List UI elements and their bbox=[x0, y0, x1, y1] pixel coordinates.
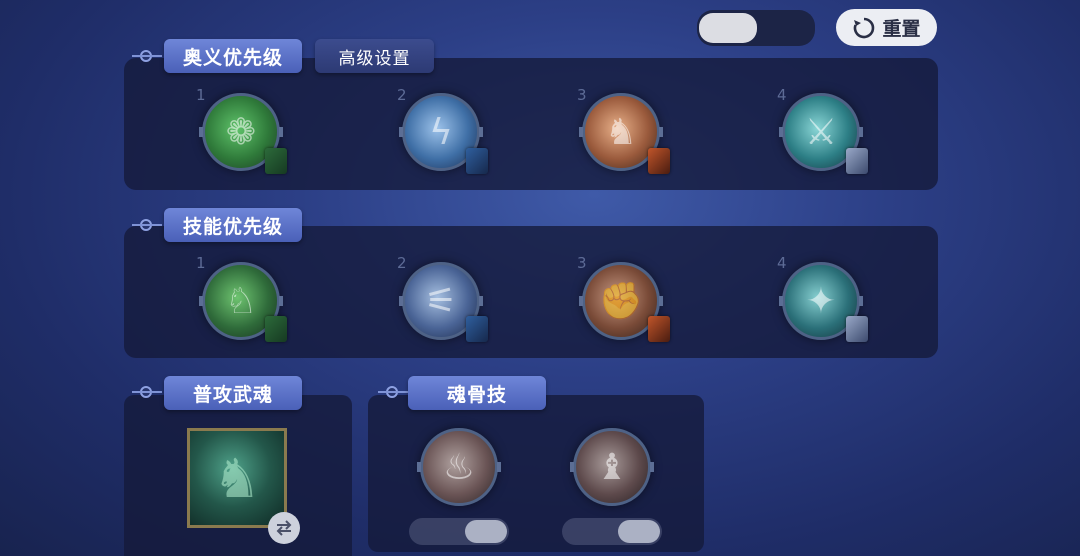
soul-bone-toggle-2-knob bbox=[618, 520, 660, 543]
soul-bone-toggle-2[interactable] bbox=[562, 518, 662, 545]
normal-attack-portrait[interactable]: ♞ bbox=[187, 428, 287, 528]
ultimate-skill-4-badge bbox=[846, 148, 868, 174]
advanced-settings-button[interactable]: 高级设置 bbox=[315, 39, 434, 73]
top-toggle[interactable] bbox=[697, 10, 815, 46]
ultimate-priority-title: 奥义优先级 bbox=[164, 39, 302, 73]
soul-bone-skill-2[interactable]: ♝ bbox=[570, 428, 654, 506]
reset-label: 重置 bbox=[882, 18, 921, 40]
beast-head-icon: ♞ bbox=[212, 446, 262, 510]
ultimate-connector bbox=[132, 55, 162, 57]
soul-bone-connector bbox=[378, 391, 408, 393]
claw-icon: ✊ bbox=[598, 281, 644, 322]
top-toggle-knob bbox=[699, 13, 757, 43]
swap-icon bbox=[276, 520, 292, 536]
skill-connector bbox=[132, 224, 162, 226]
reset-button[interactable]: 重置 bbox=[836, 9, 937, 46]
normal-attack-connector bbox=[132, 391, 162, 393]
ultimate-skill-3-badge bbox=[648, 148, 670, 174]
refresh-icon bbox=[854, 17, 875, 38]
dragon-icon: ♞ bbox=[604, 111, 638, 153]
flame-icon: ♨ bbox=[442, 446, 476, 488]
skill-2-badge bbox=[466, 316, 488, 342]
skill-priority-title: 技能优先级 bbox=[164, 208, 302, 242]
soul-bone-toggle-1-knob bbox=[465, 520, 507, 543]
skill-1-badge bbox=[265, 316, 287, 342]
dragon-claw-icon: ♝ bbox=[595, 446, 629, 488]
soul-bone-skill-1[interactable]: ♨ bbox=[417, 428, 501, 506]
normal-attack-title: 普攻武魂 bbox=[164, 376, 302, 410]
soul-bone-toggle-1[interactable] bbox=[409, 518, 509, 545]
soul-bone-title: 魂骨技 bbox=[408, 376, 546, 410]
skill-3-badge bbox=[648, 316, 670, 342]
ultimate-skill-1-badge bbox=[265, 148, 287, 174]
ultimate-skill-2-badge bbox=[466, 148, 488, 174]
skill-4-badge bbox=[846, 316, 868, 342]
swap-button[interactable] bbox=[268, 512, 300, 544]
